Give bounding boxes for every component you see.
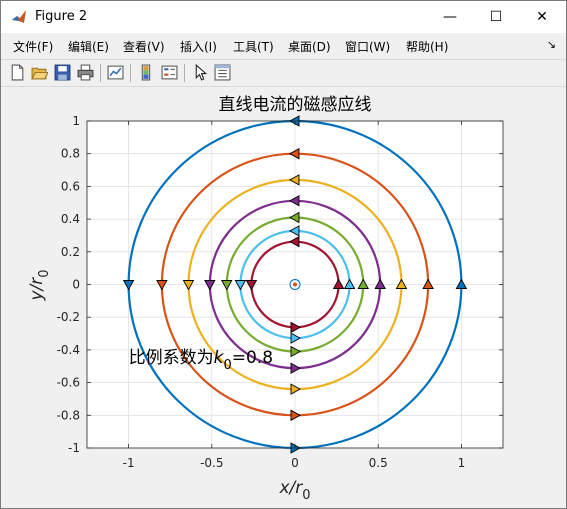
new-figure-icon[interactable] [9,64,26,81]
menu-insert[interactable]: 插入(I) [180,38,217,55]
y-tick-label: -0.6 [57,376,80,390]
y-tick-label: 0 [72,278,80,292]
insert-colorbar-icon[interactable] [138,64,155,81]
x-tick-label: 1 [458,456,466,470]
y-tick-label: -0.2 [57,310,80,324]
figure-canvas: -1 -0.5 0 0.5 1 1 0.8 0.6 0.4 0.2 0 -0.2 -0.4 -0.6 -0.… [4,87,564,505]
menu-bar: 文件(F) 编辑(E) 查看(V) 插入(I) 工具(T) 桌面(D) 窗口(W… [1,36,566,56]
close-button[interactable]: ✕ [519,1,565,33]
matlab-icon [12,10,26,23]
minimize-button[interactable]: — [427,1,473,33]
minimize-icon: — [443,9,457,25]
menu-help[interactable]: 帮助(H) [406,38,448,55]
chart-title: 直线电流的磁感应线 [219,95,372,115]
y-tick-label: 0.8 [61,147,80,161]
menu-overflow-icon[interactable]: ↘ [547,38,556,51]
close-icon: ✕ [536,9,548,25]
insert-legend-icon[interactable] [161,64,178,81]
current-center-dot [293,282,297,287]
menu-file[interactable]: 文件(F) [13,38,53,55]
open-file-icon[interactable] [31,64,48,81]
toolbar [1,59,566,87]
menu-window[interactable]: 窗口(W) [345,38,390,55]
maximize-button[interactable]: ☐ [473,1,519,33]
x-axis-label: x/r0 [278,478,310,503]
maximize-icon: ☐ [489,9,503,25]
property-inspector-icon[interactable] [214,64,231,81]
window-title: Figure 2 [35,9,88,24]
menu-desktop[interactable]: 桌面(D) [288,38,331,55]
x-tick-label: -1 [123,456,135,470]
x-tick-label: -0.5 [200,456,223,470]
y-tick-label: 0.4 [61,212,80,226]
menu-tools[interactable]: 工具(T) [233,38,274,55]
toolbar-separator [130,64,131,82]
menu-view[interactable]: 查看(V) [123,38,165,55]
title-bar: Figure 2 — ☐ ✕ [1,1,566,33]
toolbar-separator [100,64,101,82]
x-tick-label: 0 [291,456,299,470]
toolbar-separator [184,64,185,82]
menu-edit[interactable]: 编辑(E) [68,38,109,55]
link-plot-icon[interactable] [107,64,124,81]
edit-plot-icon[interactable] [192,64,209,81]
y-tick-label: 1 [72,114,80,128]
save-icon[interactable] [54,64,71,81]
x-tick-label: 0.5 [369,456,388,470]
figure-window: Figure 2 — ☐ ✕ 文件(F) 编辑(E) 查看(V) 插入(I) 工… [0,0,567,509]
y-tick-label: -0.4 [57,343,80,357]
y-tick-label: -1 [68,441,80,455]
y-axis-label: y/r0 [27,269,52,301]
print-icon[interactable] [77,64,94,81]
y-tick-label: 0.2 [61,245,80,259]
y-tick-label: 0.6 [61,179,80,193]
plot-svg: -1 -0.5 0 0.5 1 1 0.8 0.6 0.4 0.2 0 -0.2 -0.4 -0.6 -0.… [27,95,504,503]
y-tick-label: -0.8 [57,408,80,422]
